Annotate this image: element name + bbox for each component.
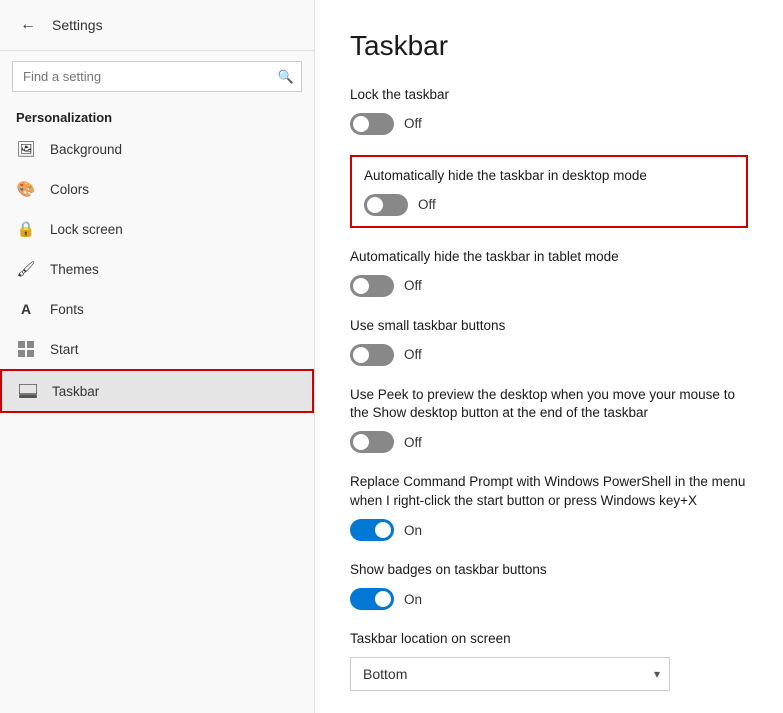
sidebar-item-label: Lock screen (50, 222, 123, 237)
themes-icon: 🖌 (16, 259, 36, 279)
sidebar-item-label: Background (50, 142, 122, 157)
setting-peek-label: Use Peek to preview the desktop when you… (350, 386, 748, 424)
taskbar-icon (18, 381, 38, 401)
toggle-row-powershell: On (350, 519, 748, 541)
setting-powershell-label: Replace Command Prompt with Windows Powe… (350, 473, 748, 511)
taskbar-location-select[interactable]: Bottom Top Left Right (350, 657, 670, 691)
toggle-auto-hide-desktop[interactable] (364, 194, 408, 216)
sidebar-item-background[interactable]: 🖼 Background (0, 129, 314, 169)
setting-lock-taskbar-label: Lock the taskbar (350, 86, 748, 105)
sidebar-item-label: Colors (50, 182, 89, 197)
toggle-lock-taskbar[interactable] (350, 113, 394, 135)
toggle-lock-slider (350, 113, 394, 135)
search-icon: 🔍 (278, 69, 294, 85)
toggle-small-taskbar-value: Off (404, 347, 422, 362)
sidebar-item-lockscreen[interactable]: 🔒 Lock screen (0, 209, 314, 249)
sidebar-header: ← Settings (0, 0, 314, 51)
setting-auto-hide-desktop-label: Automatically hide the taskbar in deskto… (364, 167, 734, 186)
toggle-row-peek: Off (350, 431, 748, 453)
sidebar-item-start[interactable]: Start (0, 329, 314, 369)
sidebar-item-themes[interactable]: 🖌 Themes (0, 249, 314, 289)
toggle-row-auto-hide-tablet: Off (350, 275, 748, 297)
sidebar-item-taskbar[interactable]: Taskbar (0, 369, 314, 413)
start-icon (16, 339, 36, 359)
sidebar-item-label: Fonts (50, 302, 84, 317)
toggle-badges-slider (350, 588, 394, 610)
sidebar-nav: 🖼 Background 🎨 Colors 🔒 Lock screen 🖌 Th… (0, 129, 314, 413)
search-input[interactable] (12, 61, 302, 92)
sidebar-title: Settings (52, 17, 103, 33)
setting-lock-taskbar: Lock the taskbar Off (350, 86, 748, 135)
toggle-powershell-value: On (404, 523, 422, 538)
toggle-powershell-slider (350, 519, 394, 541)
toggle-lock-taskbar-value: Off (404, 116, 422, 131)
setting-auto-hide-desktop: Automatically hide the taskbar in deskto… (350, 155, 748, 228)
setting-small-taskbar: Use small taskbar buttons Off (350, 317, 748, 366)
toggle-small-taskbar[interactable] (350, 344, 394, 366)
setting-badges-label: Show badges on taskbar buttons (350, 561, 748, 580)
toggle-auto-hide-tablet[interactable] (350, 275, 394, 297)
toggle-row-auto-hide-desktop: Off (364, 194, 734, 216)
toggle-powershell[interactable] (350, 519, 394, 541)
toggle-auto-hide-desktop-value: Off (418, 197, 436, 212)
toggle-auto-hide-desktop-slider (364, 194, 408, 216)
setting-location: Taskbar location on screen Bottom Top Le… (350, 630, 748, 691)
lockscreen-icon: 🔒 (16, 219, 36, 239)
toggle-peek[interactable] (350, 431, 394, 453)
dropdown-wrapper-location: Bottom Top Left Right ▾ (350, 657, 670, 691)
toggle-small-taskbar-slider (350, 344, 394, 366)
sidebar-item-label: Start (50, 342, 79, 357)
toggle-auto-hide-tablet-value: Off (404, 278, 422, 293)
back-arrow-icon: ← (20, 16, 36, 34)
sidebar-item-colors[interactable]: 🎨 Colors (0, 169, 314, 209)
setting-small-taskbar-label: Use small taskbar buttons (350, 317, 748, 336)
setting-location-label: Taskbar location on screen (350, 630, 748, 649)
toggle-row-badges: On (350, 588, 748, 610)
search-box: 🔍 (12, 61, 302, 92)
toggle-peek-slider (350, 431, 394, 453)
toggle-badges[interactable] (350, 588, 394, 610)
colors-icon: 🎨 (16, 179, 36, 199)
sidebar-item-fonts[interactable]: A Fonts (0, 289, 314, 329)
toggle-row-lock: Off (350, 113, 748, 135)
back-button[interactable]: ← (16, 12, 40, 38)
sidebar-item-label: Taskbar (52, 384, 99, 399)
setting-badges: Show badges on taskbar buttons On (350, 561, 748, 610)
setting-peek: Use Peek to preview the desktop when you… (350, 386, 748, 454)
setting-auto-hide-tablet-label: Automatically hide the taskbar in tablet… (350, 248, 748, 267)
toggle-row-small-taskbar: Off (350, 344, 748, 366)
sidebar-item-label: Themes (50, 262, 99, 277)
setting-powershell: Replace Command Prompt with Windows Powe… (350, 473, 748, 541)
page-title: Taskbar (350, 30, 748, 62)
sidebar: ← Settings 🔍 Personalization 🖼 Backgroun… (0, 0, 315, 713)
toggle-peek-value: Off (404, 435, 422, 450)
setting-auto-hide-tablet: Automatically hide the taskbar in tablet… (350, 248, 748, 297)
main-content: Taskbar Lock the taskbar Off Automatical… (315, 0, 783, 713)
background-icon: 🖼 (16, 139, 36, 159)
fonts-icon: A (16, 299, 36, 319)
toggle-auto-hide-tablet-slider (350, 275, 394, 297)
section-label: Personalization (0, 102, 314, 129)
toggle-badges-value: On (404, 592, 422, 607)
